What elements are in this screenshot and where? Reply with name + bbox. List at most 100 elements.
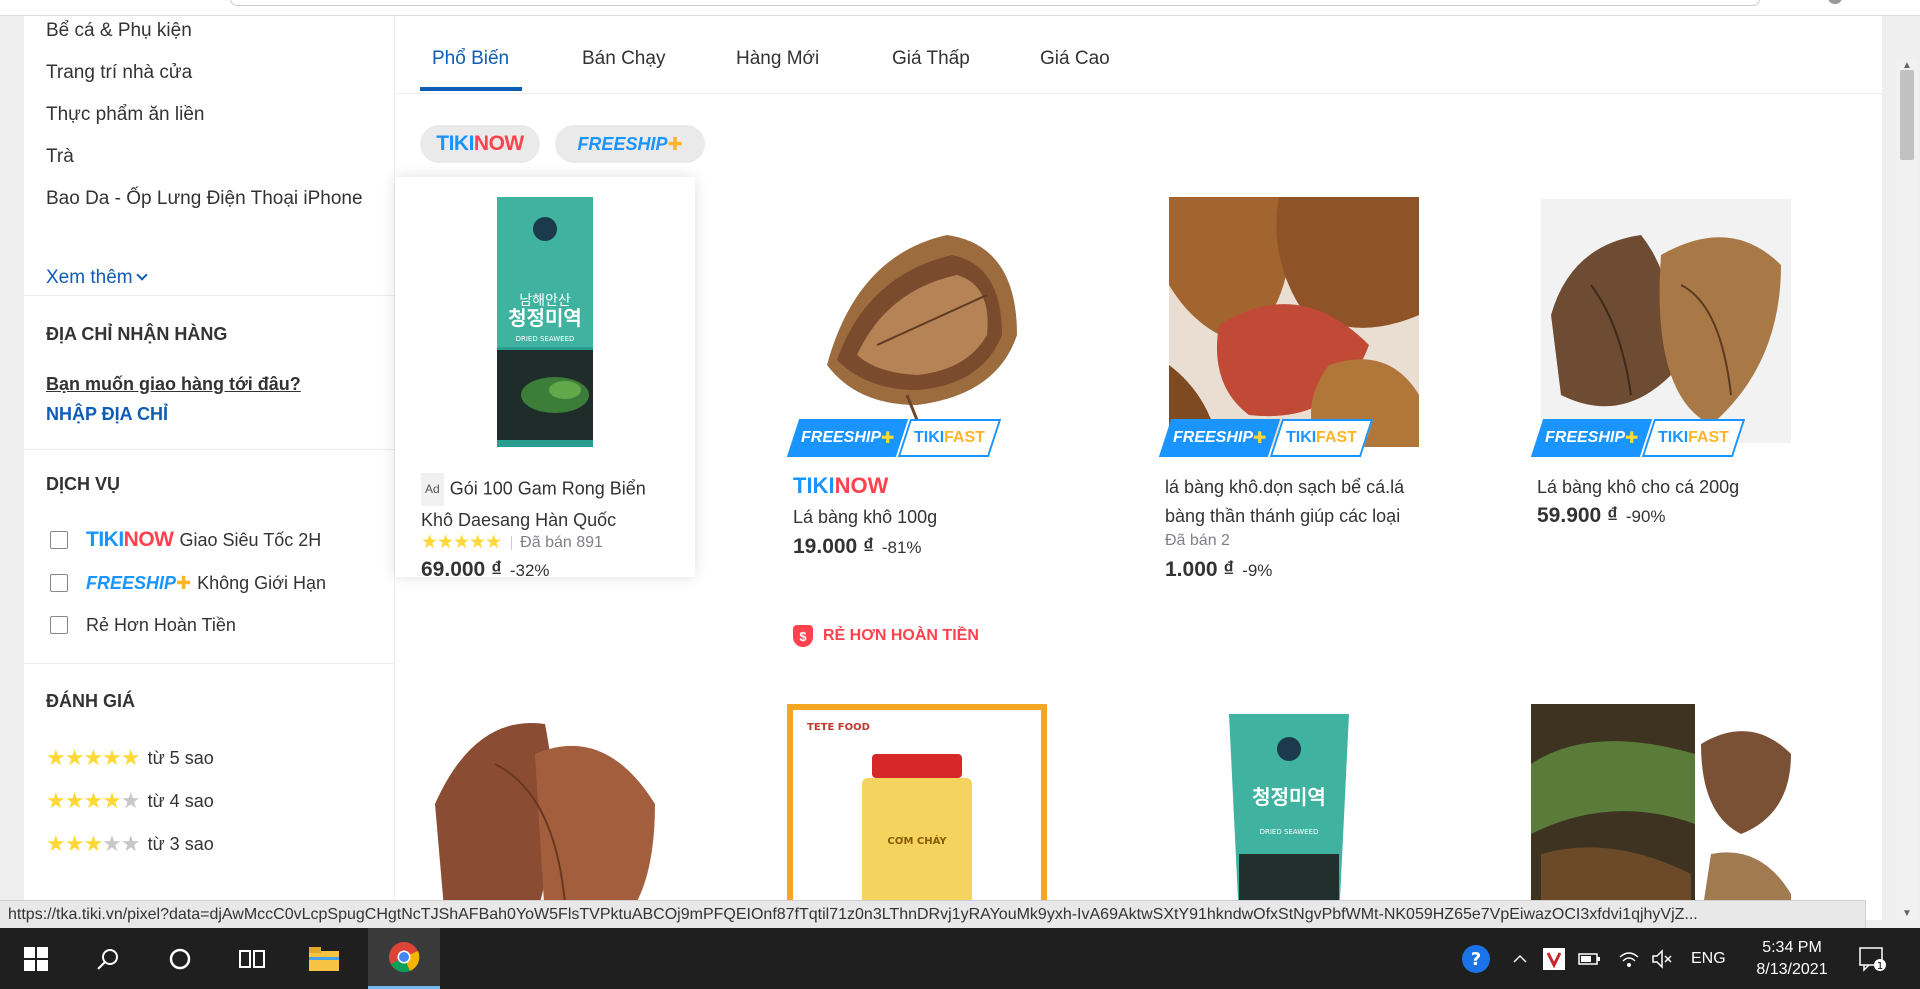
cashback-label: $ RẺ HƠN HOÀN TIỀN — [793, 625, 979, 647]
product-meta: ★★★★★ Đã bán 891 — [421, 531, 603, 554]
category-link[interactable]: Bể cá & Phụ kiện — [46, 20, 192, 42]
rating-filter-4[interactable]: ★★★★★ từ 4 sao — [46, 788, 214, 813]
divider — [24, 295, 394, 296]
windows-logo-icon — [24, 946, 48, 971]
rating-label: từ 3 sao — [147, 833, 214, 854]
checkbox[interactable] — [50, 616, 68, 634]
file-explorer-button[interactable] — [288, 928, 360, 989]
address-question: Bạn muốn giao hàng tới đâu? — [46, 374, 301, 394]
shield-v-icon — [1543, 947, 1565, 970]
shield-dollar-icon: $ — [793, 625, 813, 647]
scrollbar-thumb[interactable] — [1900, 70, 1914, 160]
pack-korean-title: 청정미역 — [1252, 785, 1326, 809]
rating-stars: ★★★★★ — [46, 831, 141, 856]
pack-korean-title: 청정미역 — [508, 306, 582, 330]
product-card[interactable]: FREESHIP ✚ TIKI FAST lá bàng khô.dọn sạch … — [1139, 177, 1439, 581]
chrome-icon — [389, 942, 420, 973]
category-link[interactable]: Bao Da - Ốp Lưng Điện Thoại iPhone — [46, 188, 363, 210]
service-filter-cashback[interactable]: Rẻ Hơn Hoàn Tiền — [50, 613, 236, 637]
tikinow-logo: TIKINOW — [793, 473, 889, 498]
chevron-down-icon — [135, 269, 148, 281]
search-icon — [97, 948, 118, 970]
sold-count: Đã bán 2 — [1165, 532, 1230, 549]
product-name[interactable]: lá bàng khô.dọn sạch bể cá.lá bàng thần … — [1165, 473, 1425, 531]
tab-price-high[interactable]: Giá Cao — [1040, 48, 1110, 70]
chrome-taskbar-button[interactable] — [368, 928, 440, 989]
search-button[interactable] — [72, 928, 144, 989]
volume-muted-icon[interactable] — [1651, 928, 1673, 989]
product-card[interactable]: FREESHIP ✚ TIKI FAST TIKINOW Lá bàng khô 1… — [767, 177, 1067, 647]
product-card[interactable]: TETE FOOD CƠM CHÁY — [767, 704, 1067, 920]
tab-popular[interactable]: Phổ Biến — [432, 48, 509, 70]
checkbox[interactable] — [50, 531, 68, 549]
rating-filter-3[interactable]: ★★★★★ từ 3 sao — [46, 831, 214, 856]
rating-stars: ★★★★★ — [46, 745, 141, 770]
start-button[interactable] — [0, 928, 72, 989]
checkbox[interactable] — [50, 574, 68, 592]
clock[interactable]: 5:34 PM 8/13/2021 — [1744, 928, 1840, 989]
search-bar[interactable] — [230, 0, 1760, 6]
tab-price-low[interactable]: Giá Thấp — [892, 48, 970, 70]
product-image: 청정미역 DRIED SEAWEED — [1159, 704, 1419, 920]
wifi-icon[interactable] — [1618, 928, 1640, 989]
battery-icon[interactable] — [1578, 928, 1602, 989]
discount: -81% — [881, 538, 922, 557]
antivirus-tray-icon[interactable] — [1543, 928, 1565, 989]
service-filter-tikinow[interactable]: TIKINOW Giao Siêu Tốc 2H — [50, 528, 321, 552]
see-more-link[interactable]: Xem thêm — [46, 267, 148, 289]
product-listing: Phổ Biến Bán Chạy Hàng Mới Giá Thấp Giá … — [395, 16, 1882, 920]
account-avatar[interactable] — [1828, 0, 1842, 4]
rating-label: từ 4 sao — [147, 790, 214, 811]
jar-label: CƠM CHÁY — [887, 834, 947, 847]
help-tray-icon[interactable]: ? — [1460, 928, 1492, 989]
cortana-button[interactable] — [144, 928, 216, 989]
product-image: TETE FOOD CƠM CHÁY — [787, 704, 1047, 920]
ad-badge: Ad — [421, 473, 444, 506]
scroll-down-arrow-icon[interactable]: ▼ — [1902, 908, 1912, 919]
action-center-button[interactable]: 1 — [1858, 928, 1886, 989]
product-rating-stars: ★★★★★ — [421, 532, 502, 553]
freeship-tikifast-badge: FREESHIP ✚ TIKI FAST — [1531, 419, 1746, 457]
clock-time: 5:34 PM — [1762, 938, 1822, 956]
divider — [24, 449, 394, 450]
product-card[interactable] — [395, 704, 695, 920]
divider — [24, 663, 394, 664]
cortana-icon — [169, 948, 191, 969]
product-image: FREESHIP ✚ TIKI FAST — [1531, 195, 1791, 457]
filter-chip-freeship[interactable]: FREESHIP✚ — [555, 125, 705, 163]
page-scrollbar[interactable]: ▲ ▼ — [1896, 60, 1918, 920]
enter-address-link[interactable]: NHẬP ĐỊA CHỈ — [46, 404, 168, 425]
browser-top-strip — [0, 0, 1920, 16]
svg-text:?: ? — [1471, 949, 1481, 970]
chevron-up-icon[interactable] — [1512, 928, 1528, 989]
service-label: Giao Siêu Tốc 2H — [179, 529, 322, 550]
product-card[interactable]: FREESHIP ✚ TIKI FAST Lá bàng khô cho cá 20… — [1511, 177, 1811, 577]
product-name[interactable]: Ad Gói 100 Gam Rong Biển Khô Daesang Hàn … — [421, 473, 681, 531]
task-view-button[interactable] — [216, 928, 288, 989]
link-status-bar: https://tka.tiki.vn/pixel?data=djAwMccC0… — [0, 900, 1866, 928]
tab-newest[interactable]: Hàng Mới — [736, 48, 819, 70]
category-link[interactable]: Trà — [46, 146, 74, 168]
product-price: 19.000 ₫ -81% — [793, 535, 922, 558]
task-view-icon — [239, 949, 265, 968]
tab-best-selling[interactable]: Bán Chạy — [582, 48, 665, 70]
pack-english-label: DRIED SEAWEED — [516, 335, 575, 343]
discount: -32% — [509, 561, 550, 580]
folder-icon — [309, 946, 339, 971]
product-card[interactable]: 청정미역 DRIED SEAWEED — [1139, 704, 1439, 920]
filter-sidebar: Bể cá & Phụ kiện Trang trí nhà cửa Thực … — [24, 16, 394, 920]
service-filter-freeship[interactable]: FREESHIP✚ Không Giới Hạn — [50, 571, 326, 595]
product-name[interactable]: Lá bàng khô 100g — [793, 503, 1053, 532]
product-image — [415, 704, 675, 920]
rating-filter-5[interactable]: ★★★★★ từ 5 sao — [46, 745, 214, 770]
category-link[interactable]: Thực phẩm ăn liền — [46, 104, 204, 126]
product-card[interactable]: 남해안산 청정미역 DRIED SEAWEED Ad Gói 100 Gam Ro… — [395, 177, 695, 581]
discount: -9% — [1242, 561, 1273, 580]
input-language[interactable]: ENG — [1691, 928, 1726, 989]
filter-chip-tikinow[interactable]: TIKINOW — [420, 125, 540, 163]
product-card[interactable] — [1511, 704, 1811, 920]
category-link[interactable]: Trang trí nhà cửa — [46, 62, 192, 84]
pack-english-label: DRIED SEAWEED — [1260, 828, 1319, 836]
clock-date: 8/13/2021 — [1756, 960, 1828, 978]
product-name[interactable]: Lá bàng khô cho cá 200g — [1537, 473, 1797, 502]
